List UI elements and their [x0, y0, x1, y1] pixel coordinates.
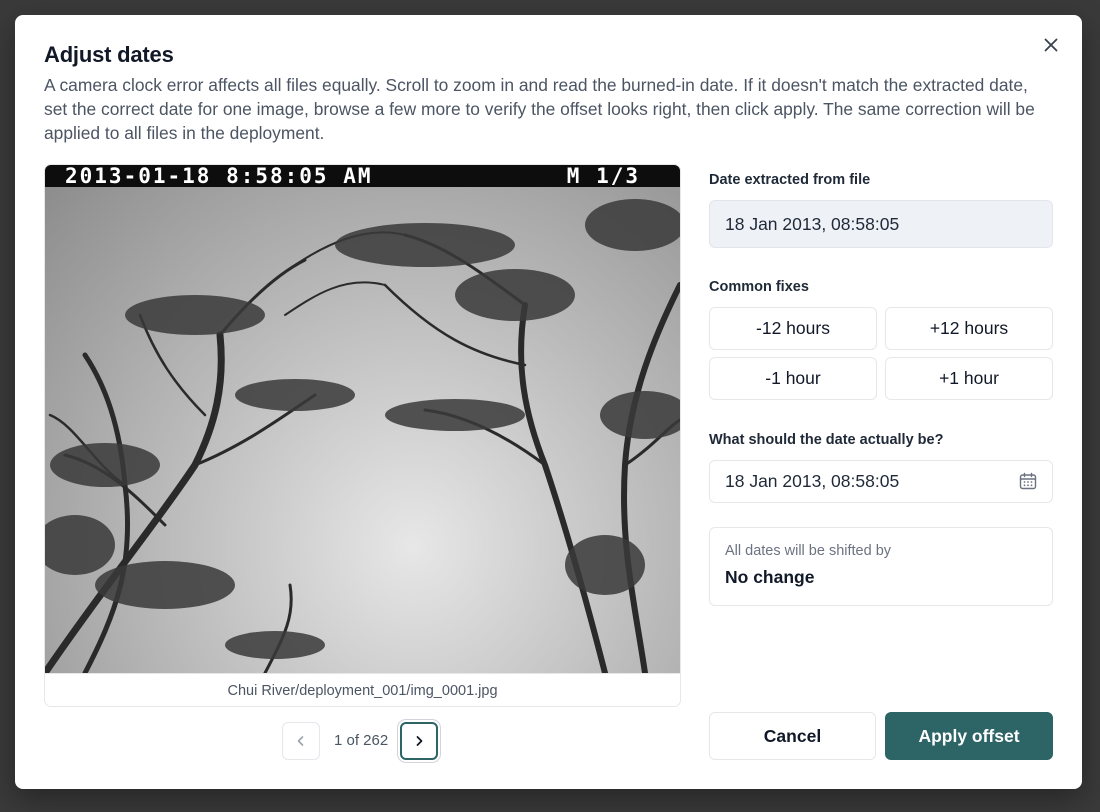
tree-branches-image — [45, 199, 680, 673]
image-pager: 1 of 262 — [282, 720, 447, 762]
target-date-label: What should the date actually be? — [709, 432, 944, 448]
shift-value: No change — [725, 567, 815, 587]
shift-label: All dates will be shifted by — [725, 543, 892, 559]
chevron-right-icon — [416, 736, 423, 746]
minus-1-hour-button[interactable]: -1 hour — [709, 357, 877, 400]
image-viewer[interactable]: 2013-01-18 8:58:05 AM M 1/3 Chui River/d… — [44, 164, 681, 707]
plus-12-hours-button[interactable]: +12 hours — [885, 307, 1053, 350]
dialog-title: Adjust dates — [44, 42, 174, 67]
next-image-button[interactable] — [400, 722, 438, 760]
target-date-input[interactable]: 18 Jan 2013, 08:58:05 — [709, 460, 1053, 503]
chevron-left-icon — [297, 736, 304, 746]
close-icon — [1044, 38, 1058, 52]
shift-summary: All dates will be shifted by No change — [709, 527, 1053, 606]
target-date-value: 18 Jan 2013, 08:58:05 — [725, 471, 900, 491]
burned-date: 2013-01-18 8:58:05 AM — [65, 165, 373, 188]
burned-marker: M 1/3 — [566, 165, 640, 188]
camera-photo[interactable]: 2013-01-18 8:58:05 AM M 1/3 — [45, 165, 680, 673]
minus-12-hours-button[interactable]: -12 hours — [709, 307, 877, 350]
common-fixes-label: Common fixes — [709, 279, 809, 295]
previous-image-button[interactable] — [282, 722, 320, 760]
dialog-description: A camera clock error affects all files e… — [44, 75, 1035, 143]
burned-in-timestamp: 2013-01-18 8:58:05 AM M 1/3 — [45, 165, 680, 188]
page-count: 1 of 262 — [334, 732, 389, 749]
plus-1-hour-button[interactable]: +1 hour — [885, 357, 1053, 400]
apply-offset-button[interactable]: Apply offset — [885, 712, 1053, 760]
cancel-button[interactable]: Cancel — [709, 712, 876, 760]
extracted-date-field: 18 Jan 2013, 08:58:05 — [709, 200, 1053, 248]
adjust-dates-dialog: Adjust dates A camera clock error affect… — [15, 15, 1082, 789]
image-filename: Chui River/deployment_001/img_0001.jpg — [45, 673, 680, 706]
calendar-icon[interactable] — [1018, 471, 1038, 491]
extracted-date-label: Date extracted from file — [709, 172, 871, 188]
close-button[interactable] — [1040, 34, 1062, 56]
